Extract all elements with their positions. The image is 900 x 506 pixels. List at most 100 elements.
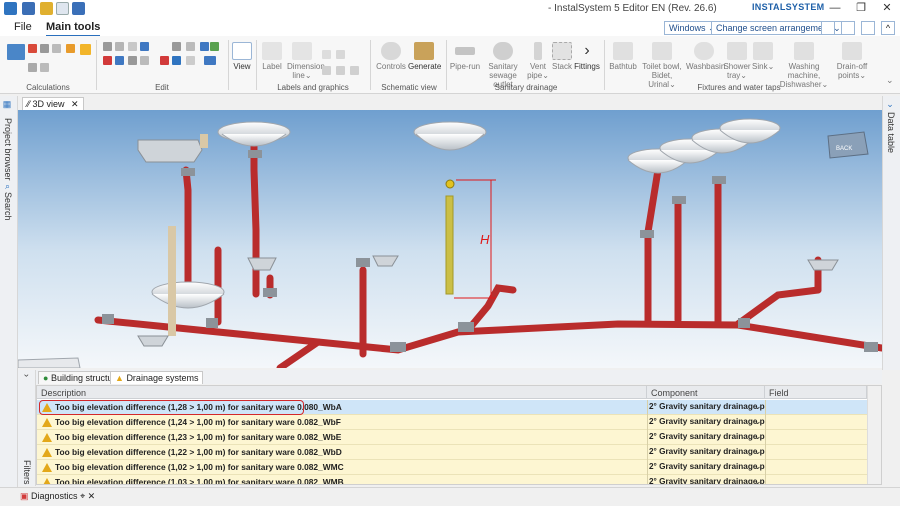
edit-tool-13-icon[interactable] — [172, 56, 181, 65]
color-theme-icon[interactable] — [861, 21, 875, 35]
toilet-bowl-button[interactable]: Toilet bowl, Bidet, Urinal⌄ — [638, 42, 686, 89]
open-folder-icon[interactable] — [40, 2, 53, 15]
search-icon[interactable]: ⌕ — [3, 182, 13, 191]
diagnostics-tab[interactable]: ▣ Diagnostics ⌖ ✕ — [20, 491, 95, 502]
restore-button[interactable]: ❐ — [852, 1, 870, 16]
edit-tool-3-icon[interactable] — [128, 42, 137, 51]
stack-button[interactable]: Stack — [551, 42, 573, 71]
chevron-down-icon[interactable]: ⌄ — [754, 431, 762, 442]
search-tab[interactable]: Search — [3, 192, 13, 221]
view-cube[interactable]: BACK — [827, 131, 869, 159]
sanitary-sewage-outlet-button[interactable]: Sanitary sewage outlet — [481, 42, 525, 89]
calc-tool-2-icon[interactable] — [40, 44, 49, 53]
new-document-icon[interactable] — [56, 2, 69, 15]
project-browser-tab[interactable]: Project browser — [3, 118, 13, 181]
calc-tool-3-icon[interactable] — [52, 44, 61, 53]
table-scrollbar[interactable] — [867, 386, 881, 484]
edit-tool-14-icon[interactable] — [186, 56, 195, 65]
save-icon[interactable] — [22, 2, 35, 15]
graphics-tool-1-icon[interactable] — [322, 50, 331, 59]
monitor-icon[interactable] — [821, 21, 835, 35]
pin-icon[interactable]: ⌖ — [80, 491, 85, 501]
selected-pipe[interactable] — [445, 195, 454, 295]
washbasin-button[interactable]: Washbasin — [686, 42, 725, 71]
chevron-down-icon[interactable]: ⌄ — [754, 416, 762, 427]
shower-tray-button[interactable]: Shower tray⌄ — [722, 42, 752, 80]
data-table-tab[interactable]: Data table — [886, 112, 896, 153]
status-bar: ▣ Diagnostics ⌖ ✕ — [0, 487, 900, 506]
calculate-icon[interactable] — [7, 44, 25, 60]
chevron-down-icon[interactable]: ⌄ — [754, 461, 762, 472]
edit-tool-5-icon[interactable] — [172, 42, 181, 51]
stack-icon — [552, 42, 572, 60]
edit-tool-11-icon[interactable] — [140, 56, 149, 65]
toilet-icon — [652, 42, 672, 60]
sink-button[interactable]: Sink⌄ — [752, 42, 774, 71]
close-tab-icon[interactable]: ✕ — [71, 99, 79, 109]
vent-pipe-button[interactable]: Vent pipe⌄ — [526, 42, 550, 80]
column-header-description[interactable]: Description — [37, 386, 647, 399]
edit-tool-12-icon[interactable] — [160, 56, 169, 65]
graphics-tool-3-icon[interactable] — [322, 66, 331, 75]
chevron-down-icon[interactable]: ⌄ — [754, 401, 762, 412]
edit-tool-6-icon[interactable] — [186, 42, 195, 51]
view-button[interactable]: View — [230, 42, 254, 71]
graphics-tool-4-icon[interactable] — [336, 66, 345, 75]
calc-tool-1-icon[interactable] — [28, 44, 37, 53]
group-sanitary-drainage: Sanitary drainage — [494, 83, 558, 92]
drain-off-points-button[interactable]: Drain-off points⌄ — [834, 42, 870, 80]
edit-tool-10-icon[interactable] — [128, 56, 137, 65]
text-style-icon[interactable] — [204, 56, 216, 65]
controls-button[interactable]: Controls — [376, 42, 406, 71]
bathtub-button[interactable]: Bathtub — [608, 42, 638, 71]
help-icon[interactable] — [841, 21, 855, 35]
graphics-tool-2-icon[interactable] — [336, 50, 345, 59]
edit-tool-7-icon[interactable] — [200, 42, 209, 51]
chevron-right-icon[interactable]: › — [22, 374, 32, 377]
window-title: - InstalSystem 5 Editor EN (Rev. 26.6) — [548, 3, 717, 14]
calc-tool-5-icon[interactable] — [80, 44, 91, 55]
tab-drainage-systems[interactable]: ▲ Drainage systems — [110, 371, 204, 384]
chevron-down-icon[interactable]: ⌄ — [886, 100, 896, 110]
minimize-button[interactable]: — — [826, 1, 844, 16]
edit-tool-1-icon[interactable] — [103, 42, 112, 51]
table-row[interactable]: Too big elevation difference (1,24 > 1,0… — [37, 415, 867, 430]
undo-icon[interactable] — [72, 2, 85, 15]
column-header-field[interactable]: Field — [765, 386, 867, 399]
edit-tool-2-icon[interactable] — [115, 42, 124, 51]
3d-scene[interactable]: H BACK — [18, 110, 882, 368]
pipe-node-icon[interactable] — [445, 179, 455, 189]
table-row[interactable]: Too big elevation difference (1,22 > 1,0… — [37, 445, 867, 460]
table-row[interactable]: Too big elevation difference (1,02 > 1,0… — [37, 460, 867, 475]
edit-tool-9-icon[interactable] — [115, 56, 124, 65]
calc-tool-6-icon[interactable] — [28, 63, 37, 72]
panel-grid-icon[interactable]: ▦ — [3, 100, 13, 110]
generate-button[interactable]: Generate — [408, 42, 441, 71]
column-header-component[interactable]: Component — [647, 386, 765, 399]
fittings-button[interactable]: › Fittings — [574, 42, 600, 71]
menu-file[interactable]: File — [14, 21, 32, 33]
3d-viewport[interactable]: H BACK — [18, 110, 882, 368]
washing-machine-button[interactable]: Washing machine, Dishwasher⌄ — [775, 42, 833, 89]
chevron-down-icon[interactable]: ⌄ — [754, 476, 762, 484]
dimension-line-button[interactable]: Dimension line⌄ — [287, 42, 325, 80]
tab-3d-view[interactable]: ⁄⁄ 3D view ✕ — [22, 97, 84, 110]
menu-main-tools[interactable]: Main tools — [46, 21, 101, 37]
label-button[interactable]: Label — [258, 42, 286, 71]
close-button[interactable]: ✕ — [878, 1, 896, 16]
table-row[interactable]: Too big elevation difference (1,23 > 1,0… — [37, 430, 867, 445]
close-icon[interactable]: ✕ — [88, 491, 96, 501]
calc-tool-7-icon[interactable] — [40, 63, 49, 72]
delete-icon[interactable] — [103, 56, 112, 65]
collapse-ribbon-icon[interactable]: ^ — [881, 21, 895, 35]
pipe-run-button[interactable]: Pipe-run — [449, 42, 481, 71]
chevron-down-icon[interactable]: ⌄ — [754, 446, 762, 457]
ribbon-pin-icon[interactable]: ⌄ — [886, 76, 894, 85]
calc-tool-4-icon[interactable] — [66, 44, 75, 53]
filters-tab[interactable]: Filters — [22, 460, 32, 485]
pipe-run-icon — [455, 47, 475, 55]
graphics-tool-5-icon[interactable] — [350, 66, 359, 75]
table-row[interactable]: Too big elevation difference (1,03 > 1,0… — [37, 475, 867, 484]
edit-tool-4-icon[interactable] — [140, 42, 149, 51]
edit-tool-8-icon[interactable] — [210, 42, 219, 51]
